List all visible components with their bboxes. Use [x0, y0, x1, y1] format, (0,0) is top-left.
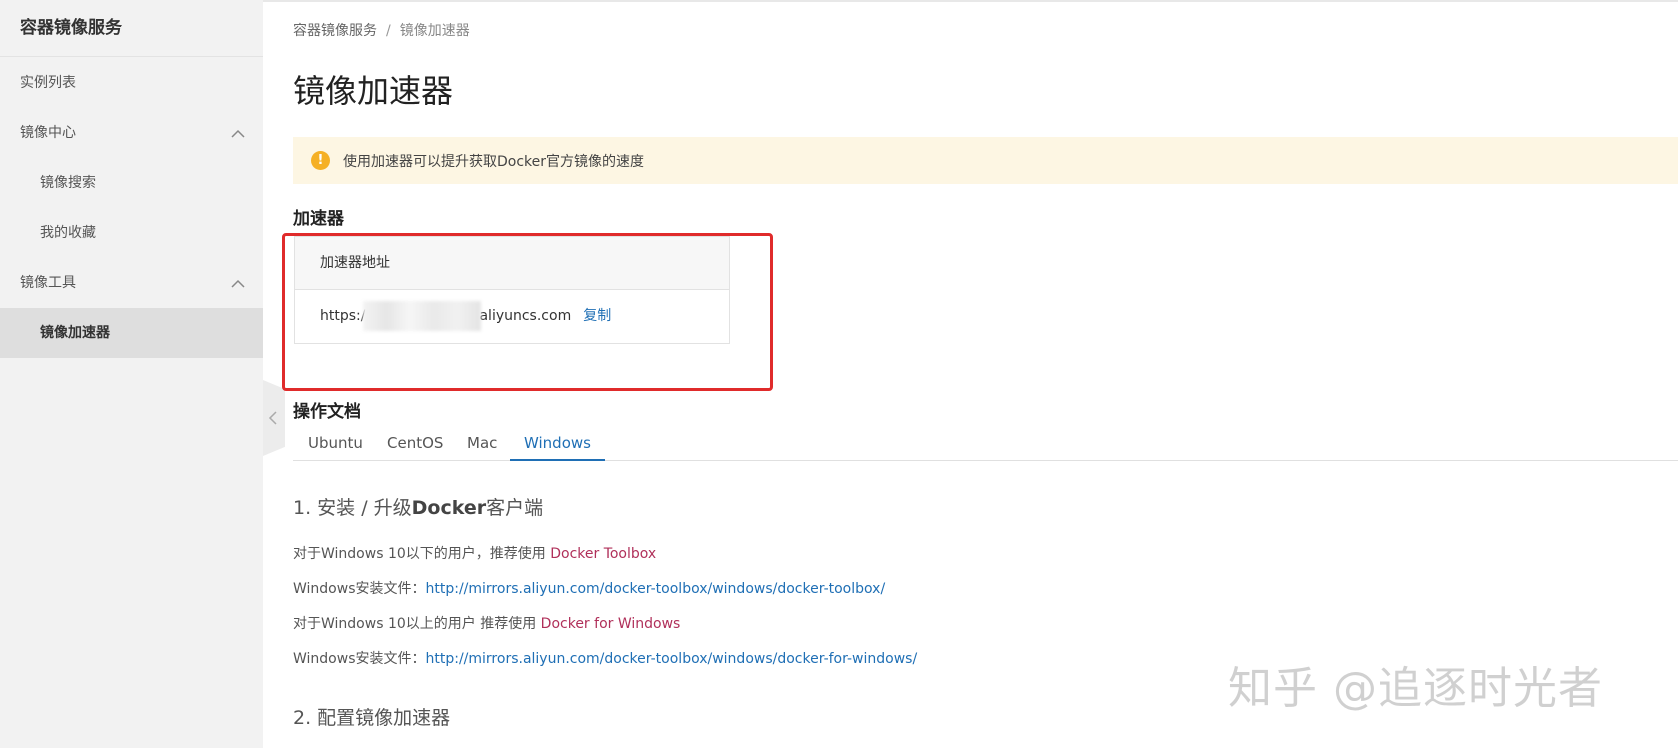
- docs-tabs: Ubuntu CentOS Mac Windows: [293, 432, 1678, 461]
- tab-windows[interactable]: Windows: [510, 434, 605, 461]
- docs-heading: 操作文档: [293, 402, 361, 422]
- doc-line-text: 对于Windows 10以下的用户，推荐使用: [293, 546, 551, 562]
- tab-mac[interactable]: Mac: [453, 434, 511, 461]
- sidebar-item-my-favorites[interactable]: 我的收藏: [0, 208, 263, 258]
- breadcrumb-current: 镜像加速器: [399, 23, 470, 39]
- warning-icon: !: [311, 151, 330, 170]
- breadcrumb: 容器镜像服务 / 镜像加速器: [293, 20, 470, 40]
- sidebar-item-image-accelerator[interactable]: 镜像加速器: [0, 308, 263, 358]
- info-notice: ! 使用加速器可以提升获取Docker官方镜像的速度: [293, 137, 1678, 184]
- tab-centos[interactable]: CentOS: [373, 434, 457, 461]
- accelerator-url-prefix: https:/: [320, 308, 366, 324]
- step1-prefix: 1. 安装 / 升级: [293, 497, 412, 519]
- breadcrumb-separator: /: [386, 23, 391, 39]
- step1-heading: 1. 安装 / 升级Docker客户端: [293, 493, 543, 520]
- sidebar-item-image-search[interactable]: 镜像搜索: [0, 158, 263, 208]
- accelerator-url-suffix: aliyuncs.com: [479, 308, 572, 324]
- chevron-left-icon: [268, 411, 277, 425]
- sidebar-title: 容器镜像服务: [0, 0, 263, 57]
- doc-line: Windows安装文件：http://mirrors.aliyun.com/do…: [293, 648, 917, 668]
- sidebar-collapse-button[interactable]: [263, 380, 285, 456]
- sidebar-group-image-tools[interactable]: 镜像工具: [0, 258, 263, 308]
- accelerator-table: 加速器地址 https:/ aliyuncs.com 复制: [294, 236, 730, 344]
- page-title: 镜像加速器: [293, 72, 454, 110]
- sidebar-item-label: 我的收藏: [40, 225, 96, 241]
- sidebar: 容器镜像服务 实例列表 镜像中心 镜像搜索 我的收藏 镜像工具 镜像加速器: [0, 0, 263, 748]
- toolbox-download-link[interactable]: http://mirrors.aliyun.com/docker-toolbox…: [426, 581, 886, 597]
- watermark: 知乎 @追逐时光者: [1228, 663, 1603, 714]
- table-header: 加速器地址: [295, 237, 729, 290]
- copy-link[interactable]: 复制: [583, 308, 611, 324]
- main-content: 容器镜像服务 / 镜像加速器 镜像加速器 ! 使用加速器可以提升获取Docker官方…: [282, 0, 1678, 748]
- doc-line-text: Windows安装文件：: [293, 581, 426, 597]
- sidebar-item-label: 镜像中心: [20, 125, 76, 141]
- doc-line-text: 对于Windows 10以上的用户 推荐使用: [293, 616, 541, 632]
- redacted-area: [363, 301, 482, 331]
- step2-heading: 2. 配置镜像加速器: [293, 707, 451, 729]
- windows-download-link[interactable]: http://mirrors.aliyun.com/docker-toolbox…: [426, 651, 918, 667]
- accelerator-heading: 加速器: [293, 209, 344, 229]
- sidebar-group-image-center[interactable]: 镜像中心: [0, 108, 263, 158]
- step1-suffix: 客户端: [486, 497, 544, 519]
- doc-line: 对于Windows 10以下的用户，推荐使用 Docker Toolbox: [293, 543, 656, 563]
- sidebar-item-instance-list[interactable]: 实例列表: [0, 58, 263, 108]
- sidebar-item-label: 实例列表: [20, 75, 76, 91]
- sidebar-item-label: 镜像加速器: [40, 325, 110, 341]
- step1-bold: Docker: [411, 497, 487, 519]
- docker-toolbox-link[interactable]: Docker Toolbox: [550, 546, 656, 562]
- notice-text: 使用加速器可以提升获取Docker官方镜像的速度: [343, 154, 645, 170]
- sidebar-item-label: 镜像搜索: [40, 175, 96, 191]
- docker-for-windows-link[interactable]: Docker for Windows: [541, 616, 681, 632]
- chevron-up-icon: [231, 129, 245, 141]
- breadcrumb-root[interactable]: 容器镜像服务: [293, 23, 377, 39]
- doc-line: 对于Windows 10以上的用户 推荐使用 Docker for Window…: [293, 613, 680, 633]
- doc-line-text: Windows安装文件：: [293, 651, 426, 667]
- doc-line: Windows安装文件：http://mirrors.aliyun.com/do…: [293, 578, 885, 598]
- sidebar-item-label: 镜像工具: [20, 275, 76, 291]
- tab-ubuntu[interactable]: Ubuntu: [294, 434, 377, 461]
- table-row: https:/ aliyuncs.com 复制: [295, 290, 729, 343]
- chevron-up-icon: [231, 279, 245, 291]
